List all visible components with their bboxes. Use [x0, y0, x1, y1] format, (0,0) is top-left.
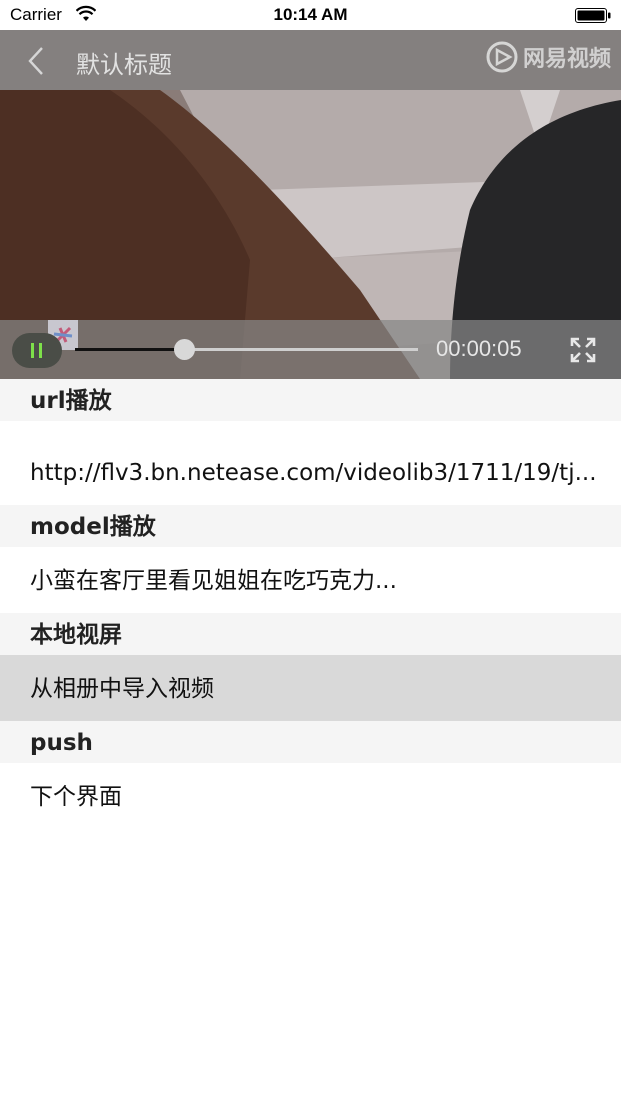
status-bar: Carrier 10:14 AM [0, 0, 621, 30]
netease-logo-icon [486, 41, 518, 73]
list-item-url[interactable]: http://flv3.bn.netease.com/videolib3/171… [0, 421, 621, 505]
battery-icon [575, 8, 611, 23]
video-title: 默认标题 [76, 51, 172, 79]
list-item-import-album[interactable]: 从相册中导入视频 [0, 655, 621, 721]
player-controls: 00:00:05 [0, 320, 621, 379]
progress-track[interactable] [75, 339, 418, 360]
list-item-model[interactable]: 小蛮在客厅里看见姐姐在吃巧克力... [0, 547, 621, 613]
video-player[interactable]: 默认标题 网易视频 00:00:05 [0, 30, 621, 379]
pause-icon [31, 343, 42, 358]
section-header-push: push [0, 721, 621, 763]
options-list: url播放 http://flv3.bn.netease.com/videoli… [0, 379, 621, 829]
current-time: 00:00:05 [436, 336, 522, 361]
netease-video-logo: 网易视频 [485, 39, 611, 75]
section-header-model: model播放 [0, 505, 621, 547]
pause-button[interactable] [12, 333, 62, 368]
watermark-text: 网易视频 [522, 47, 611, 72]
section-header-url: url播放 [0, 379, 621, 421]
list-item-next-screen[interactable]: 下个界面 [0, 763, 621, 829]
player-nav-bar: 默认标题 网易视频 [0, 30, 621, 90]
clock: 10:14 AM [273, 5, 348, 24]
chevron-left-icon[interactable] [26, 46, 46, 76]
progress-thumb[interactable] [173, 339, 195, 360]
fullscreen-icon[interactable] [570, 337, 596, 363]
progress-played [75, 348, 185, 351]
section-header-local: 本地视屏 [0, 613, 621, 655]
